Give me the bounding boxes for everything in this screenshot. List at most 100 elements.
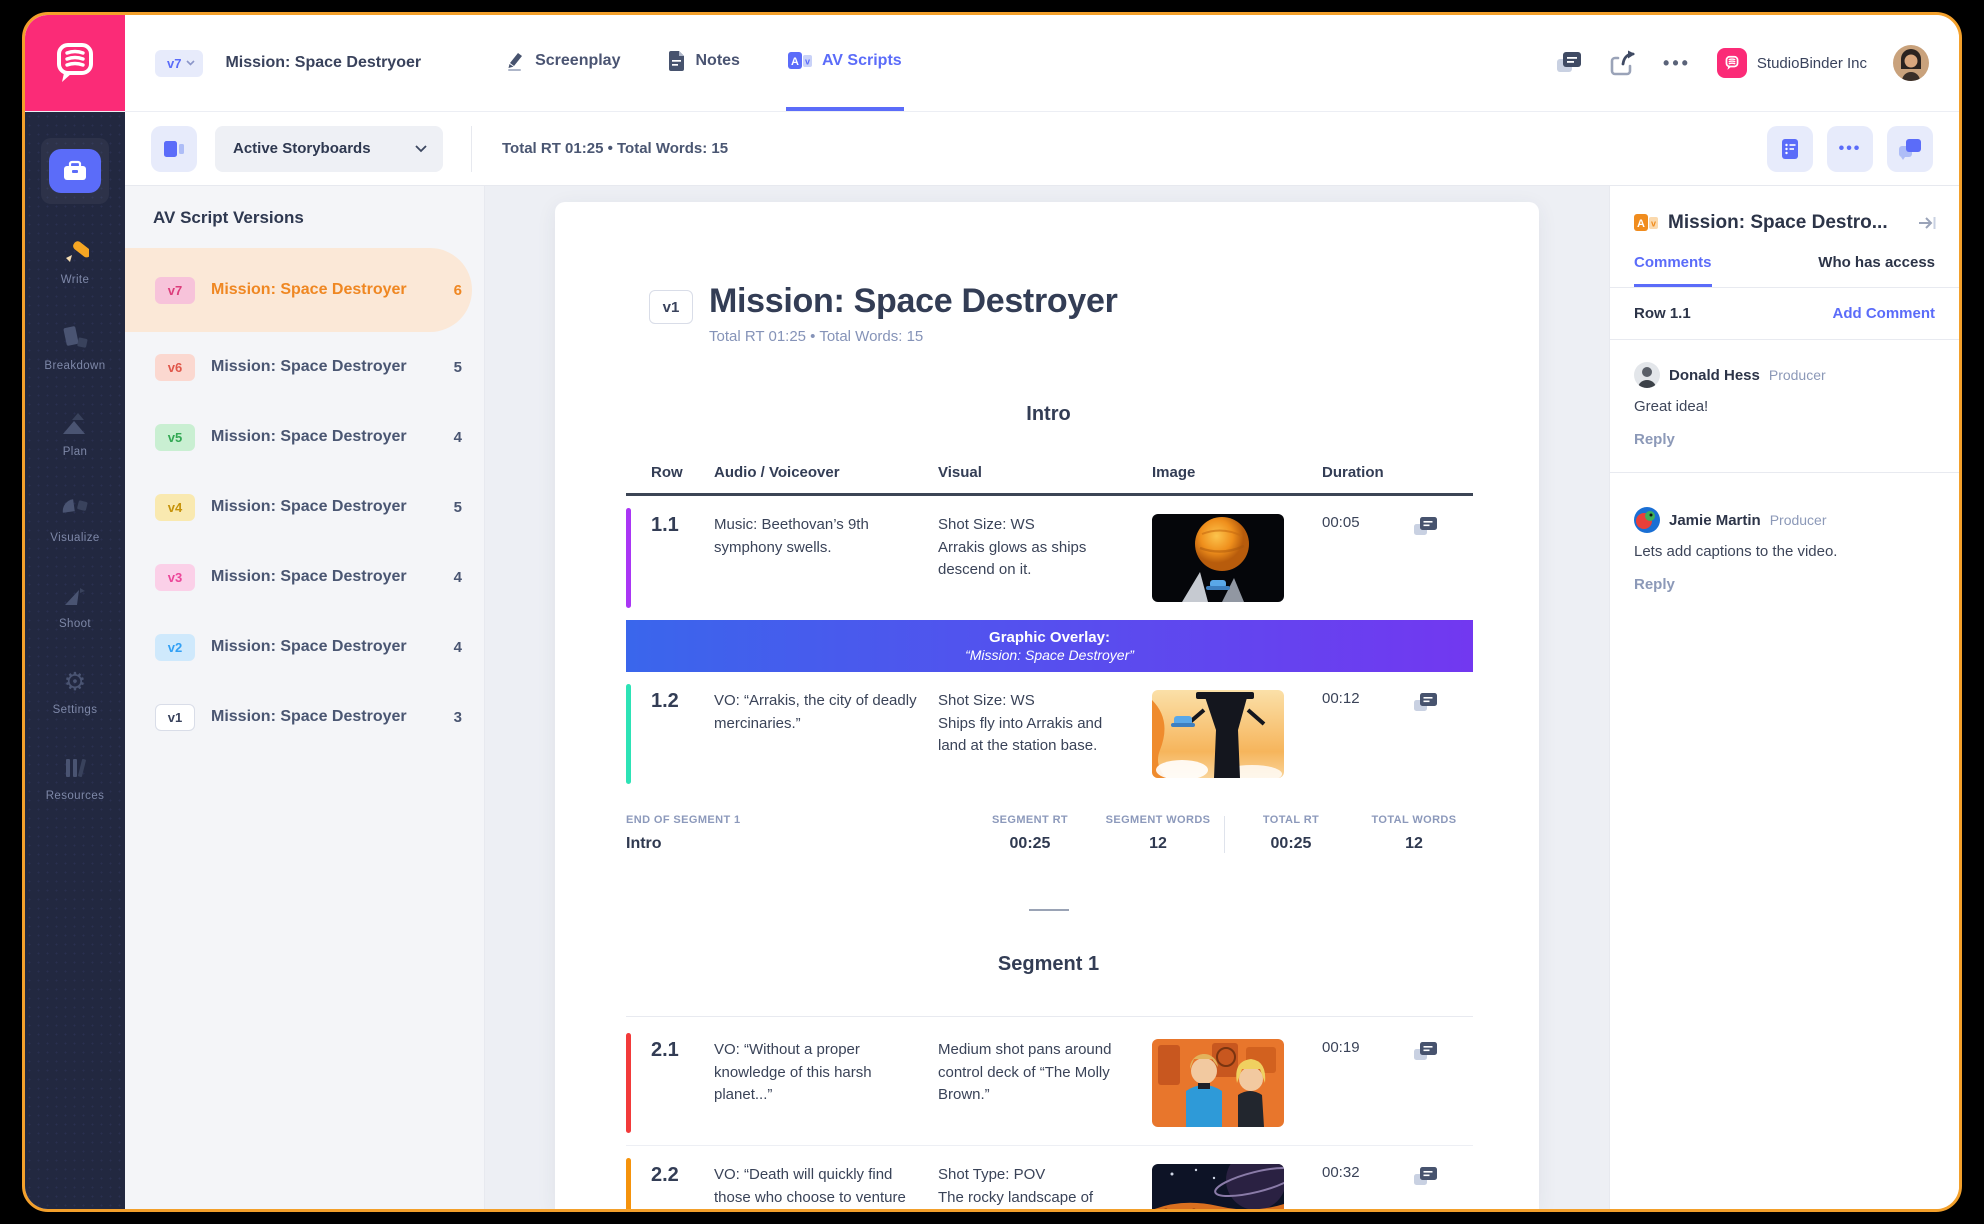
row-image-planet[interactable]: [1152, 514, 1302, 602]
row-color-bar: [626, 1158, 631, 1209]
reply-link[interactable]: Reply: [1634, 431, 1935, 448]
commenter-name[interactable]: Jamie Martin: [1669, 512, 1761, 529]
nav-label: Plan: [63, 446, 88, 458]
nav-item-plan[interactable]: Plan: [25, 410, 125, 458]
nav-item-visualize[interactable]: Visualize: [25, 496, 125, 544]
comment-duplicate-icon: [1413, 516, 1438, 539]
script-row-2-1[interactable]: 2.1 VO: “Without a proper knowledge of t…: [626, 1021, 1473, 1145]
overlay-subtitle: “Mission: Space Destroyer”: [965, 647, 1134, 663]
more-options-button[interactable]: •••: [1663, 53, 1691, 74]
row-image-cockpit[interactable]: [1152, 1164, 1302, 1209]
comment-row-label: Row 1.1: [1634, 305, 1691, 322]
commenter-role: Producer: [1770, 512, 1827, 528]
project-title: Mission: Space Destryoer: [225, 54, 421, 72]
reply-link[interactable]: Reply: [1634, 576, 1935, 593]
row-comment-button[interactable]: [1398, 514, 1473, 539]
script-row-2-2[interactable]: 2.2 VO: “Death will quickly find those w…: [626, 1145, 1473, 1209]
tab-who-has-access[interactable]: Who has access: [1818, 254, 1935, 287]
version-name: Mission: Space Destroyer: [211, 358, 454, 376]
nav-label: Resources: [46, 790, 105, 802]
tab-screenplay[interactable]: Screenplay: [503, 15, 622, 111]
row-image-crew[interactable]: [1152, 1039, 1302, 1127]
row-comment-button[interactable]: [1398, 690, 1473, 715]
main-area: v1 Mission: Space Destroyer Total RT 01:…: [485, 186, 1609, 1209]
comment-text: Great idea!: [1634, 398, 1935, 415]
row-comment-button[interactable]: [1398, 1039, 1473, 1064]
comments-icon[interactable]: [1555, 50, 1583, 76]
storyboard-filter-select[interactable]: Active Storyboards: [215, 126, 443, 172]
version-name: Mission: Space Destroyer: [211, 638, 454, 656]
nav-item-write[interactable]: Write: [25, 238, 125, 286]
studiobinder-logo[interactable]: [25, 15, 125, 111]
version-item-v3[interactable]: v3 Mission: Space Destroyer 4: [125, 542, 484, 612]
version-item-v7[interactable]: v7 Mission: Space Destroyer 6: [125, 248, 472, 332]
share-icon[interactable]: [1609, 50, 1637, 77]
nav-item-shoot[interactable]: Shoot: [25, 582, 125, 630]
nav-item-resources[interactable]: Resources: [25, 754, 125, 802]
stats-divider: [1224, 816, 1225, 853]
version-item-v4[interactable]: v4 Mission: Space Destroyer 5: [125, 472, 484, 542]
row-comment-button[interactable]: [1398, 1164, 1473, 1189]
version-badge: v6: [155, 354, 195, 381]
add-comment-link[interactable]: Add Comment: [1833, 305, 1936, 322]
version-badge: v1: [155, 704, 195, 731]
comment-text: Lets add captions to the video.: [1634, 543, 1935, 560]
row-color-bar: [626, 508, 631, 608]
collapse-panel-icon[interactable]: [1917, 215, 1937, 231]
pencil-icon: [505, 51, 525, 71]
script-row-1-2[interactable]: 1.2 VO: “Arrakis, the city of deadly mer…: [626, 672, 1473, 796]
tab-av-scripts[interactable]: A v AV Scripts: [786, 15, 904, 111]
row-id: 1.2: [626, 690, 714, 713]
resources-icon: [62, 754, 88, 782]
graphic-overlay-band: Graphic Overlay: “Mission: Space Destroy…: [626, 620, 1473, 672]
commenter-name[interactable]: Donald Hess: [1669, 367, 1760, 384]
av-script-document: v1 Mission: Space Destroyer Total RT 01:…: [555, 202, 1539, 1209]
briefcase-icon: [49, 149, 101, 193]
storyboard-view-button[interactable]: [151, 126, 197, 172]
row-visual: Shot Size: WS Arrakis glows as ships des…: [938, 514, 1152, 582]
version-item-v6[interactable]: v6 Mission: Space Destroyer 5: [125, 332, 484, 402]
version-item-v5[interactable]: v5 Mission: Space Destroyer 4: [125, 402, 484, 472]
panel-doc-title: Mission: Space Destro...: [1668, 212, 1907, 234]
chat-bubbles-icon: [1898, 138, 1922, 160]
toolbar-divider: [471, 126, 472, 172]
user-avatar[interactable]: [1893, 45, 1929, 81]
version-badge: v2: [155, 634, 195, 661]
more-actions-button[interactable]: •••: [1827, 126, 1873, 172]
script-row-1-1[interactable]: 1.1 Music: Beethovan’s 9th symphony swel…: [626, 496, 1473, 620]
tab-comments[interactable]: Comments: [1634, 254, 1712, 287]
row-color-bar: [626, 1033, 631, 1133]
filter-selected-value: Active Storyboards: [233, 140, 415, 157]
version-count: 5: [454, 499, 462, 516]
storyboard-icon: [163, 139, 185, 159]
versions-heading: AV Script Versions: [125, 208, 484, 248]
version-item-v2[interactable]: v2 Mission: Space Destroyer 4: [125, 612, 484, 682]
tab-notes[interactable]: Notes: [666, 15, 741, 111]
nav-projects-active[interactable]: [41, 138, 109, 204]
app-window: v7 Mission: Space Destryoer Screenplay: [22, 12, 1962, 1212]
version-name: Mission: Space Destroyer: [211, 708, 454, 726]
version-count: 6: [454, 282, 462, 299]
version-count: 4: [454, 429, 462, 446]
tab-screenplay-label: Screenplay: [535, 52, 620, 70]
row-id: 1.1: [626, 514, 714, 537]
toggle-comments-button[interactable]: [1887, 126, 1933, 172]
av-doc-icon: A v: [1634, 212, 1658, 234]
breakdown-icon: [61, 324, 89, 352]
nav-item-breakdown[interactable]: Breakdown: [25, 324, 125, 372]
svg-text:v: v: [1651, 219, 1656, 229]
account-switcher[interactable]: StudioBinder Inc: [1717, 48, 1867, 78]
script-notes-button[interactable]: [1767, 126, 1813, 172]
col-header-row: Row: [626, 464, 714, 481]
version-chip[interactable]: v7: [155, 50, 203, 77]
version-badge: v4: [155, 494, 195, 521]
row-visual: Medium shot pans around control deck of …: [938, 1039, 1152, 1107]
comment-duplicate-icon: [1413, 1166, 1438, 1189]
commenter-avatar: [1634, 362, 1660, 388]
ellipsis-icon: •••: [1839, 140, 1862, 158]
account-name: StudioBinder Inc: [1757, 55, 1867, 72]
nav-item-settings[interactable]: ⚙ Settings: [25, 668, 125, 716]
row-image-tower[interactable]: [1152, 690, 1302, 778]
version-item-v1[interactable]: v1 Mission: Space Destroyer 3: [125, 682, 484, 752]
secondary-toolbar: Active Storyboards Total RT 01:25 • Tota…: [125, 112, 1959, 186]
